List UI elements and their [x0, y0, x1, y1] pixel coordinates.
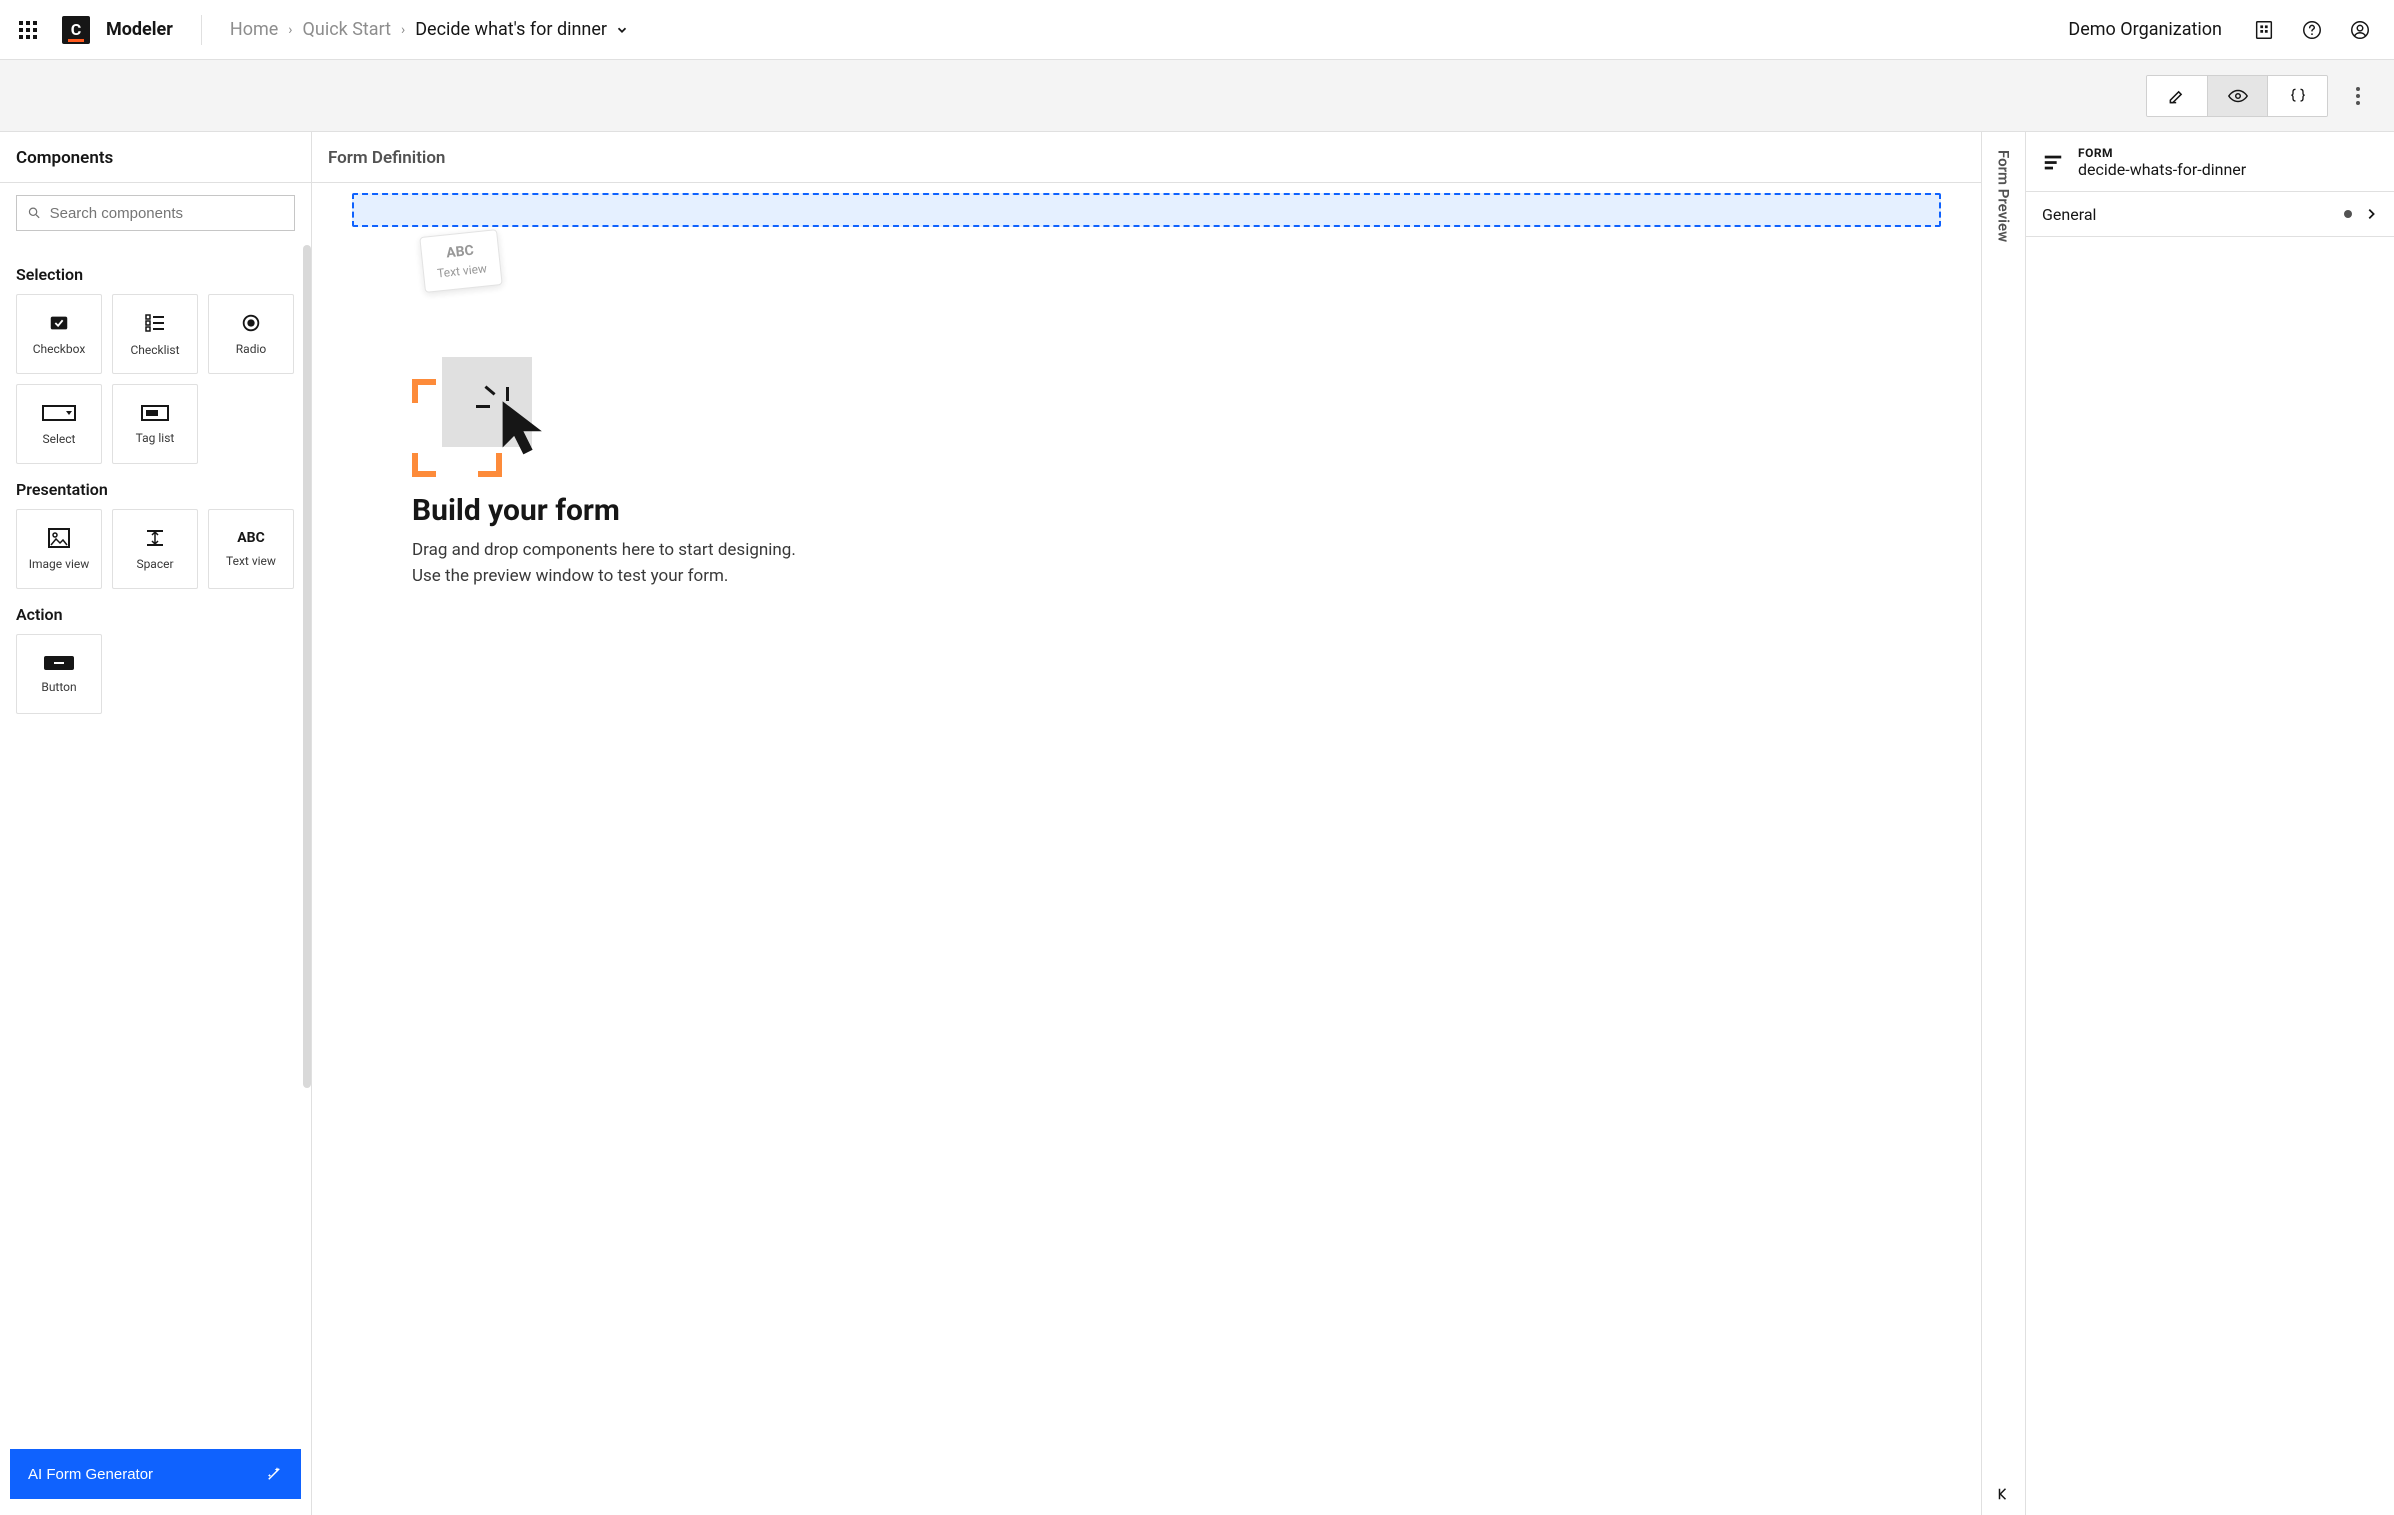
form-preview-label: Form Preview — [1995, 150, 2013, 242]
form-canvas[interactable]: ABC Text view Build your form Drag and d… — [312, 183, 1981, 1515]
tile-label: Select — [43, 432, 76, 446]
element-type-label: FORM — [2078, 146, 2246, 160]
kebab-icon — [2356, 87, 2360, 105]
component-textview[interactable]: ABC Text view — [208, 509, 294, 589]
chevron-right-icon: › — [288, 22, 292, 38]
ghost-label: Text view — [436, 261, 487, 280]
taglist-icon — [141, 403, 169, 423]
accordion-section-general[interactable]: General — [2026, 192, 2394, 236]
component-taglist[interactable]: Tag list — [112, 384, 198, 464]
search-components-input[interactable] — [16, 195, 295, 231]
tile-label: Image view — [29, 557, 90, 571]
abc-icon: ABC — [237, 530, 265, 546]
component-imageview[interactable]: Image view — [16, 509, 102, 589]
properties-header: FORM decide-whats-for-dinner — [2026, 132, 2394, 191]
user-avatar-icon[interactable] — [2342, 12, 2378, 48]
accordion-label: General — [2042, 205, 2096, 224]
form-definition-title: Form Definition — [312, 132, 1981, 183]
tile-label: Checkbox — [33, 342, 86, 356]
app-name: Modeler — [106, 19, 173, 40]
top-bar: Modeler Home › Quick Start › Decide what… — [0, 0, 2394, 60]
form-definition-panel: Form Definition ABC Text view Buil — [312, 132, 1982, 1515]
tile-label: Button — [41, 680, 76, 694]
properties-panel: FORM decide-whats-for-dinner General — [2026, 132, 2394, 1515]
radio-icon — [240, 312, 262, 334]
breadcrumb-quick-start[interactable]: Quick Start — [303, 19, 392, 40]
dropzone-indicator[interactable] — [352, 193, 1941, 227]
app-logo-icon — [62, 16, 90, 44]
tile-label: Spacer — [136, 557, 173, 571]
edited-indicator-icon — [2344, 210, 2352, 218]
form-icon — [2042, 152, 2064, 174]
tile-label: Text view — [226, 554, 276, 568]
group-title-action: Action — [16, 605, 295, 624]
braces-icon — [2288, 86, 2308, 106]
breadcrumb: Home › Quick Start › Decide what's for d… — [230, 19, 629, 40]
empty-state-line-1: Drag and drop components here to start d… — [412, 538, 1941, 564]
ai-form-generator-button[interactable]: AI Form Generator — [10, 1449, 301, 1499]
component-checklist[interactable]: Checklist — [112, 294, 198, 374]
chevron-down-icon — [615, 23, 629, 37]
spacer-icon — [143, 527, 167, 549]
breadcrumb-current-label: Decide what's for dinner — [415, 19, 607, 40]
component-select[interactable]: Select — [16, 384, 102, 464]
form-preview-tab[interactable]: Form Preview — [1982, 132, 2026, 1515]
select-icon — [42, 402, 76, 424]
group-title-presentation: Presentation — [16, 480, 295, 499]
breadcrumb-home[interactable]: Home — [230, 19, 278, 40]
expand-preview-icon[interactable] — [1995, 1485, 2013, 1503]
breadcrumb-current[interactable]: Decide what's for dinner — [415, 19, 629, 40]
preview-mode-button[interactable] — [2207, 76, 2267, 116]
drag-ghost-textview: ABC Text view — [419, 229, 502, 293]
code-mode-button[interactable] — [2267, 76, 2327, 116]
main-layout: Components Selection Checkbox — [0, 132, 2394, 1515]
properties-accordion: General — [2026, 191, 2394, 237]
button-icon — [42, 654, 76, 672]
magic-wand-icon — [265, 1465, 283, 1483]
tile-label: Checklist — [130, 343, 179, 357]
ghost-abc-icon: ABC — [446, 243, 475, 262]
components-panel: Components Selection Checkbox — [0, 132, 312, 1515]
form-id-label: decide-whats-for-dinner — [2078, 160, 2246, 179]
mode-bar — [0, 60, 2394, 132]
organization-name[interactable]: Demo Organization — [2068, 19, 2222, 40]
org-switcher-icon[interactable] — [2246, 12, 2282, 48]
tile-label: Radio — [236, 342, 266, 356]
checkbox-icon — [48, 312, 70, 334]
help-icon[interactable] — [2294, 12, 2330, 48]
group-title-selection: Selection — [16, 265, 295, 284]
empty-state: Build your form Drag and drop components… — [412, 357, 1941, 589]
eye-icon — [2227, 85, 2249, 107]
component-button[interactable]: Button — [16, 634, 102, 714]
empty-state-line-2: Use the preview window to test your form… — [412, 564, 1941, 590]
empty-state-title: Build your form — [412, 493, 1941, 528]
search-icon — [27, 205, 42, 221]
components-panel-title: Components — [0, 132, 311, 183]
tile-label: Tag list — [136, 431, 175, 445]
chevron-right-icon: › — [401, 22, 405, 38]
scrollbar-thumb[interactable] — [303, 245, 311, 1088]
chevron-right-icon — [2364, 207, 2378, 221]
components-list[interactable]: Selection Checkbox Checklist Radio — [0, 237, 311, 1441]
component-spacer[interactable]: Spacer — [112, 509, 198, 589]
checklist-icon — [143, 311, 167, 335]
component-radio[interactable]: Radio — [208, 294, 294, 374]
ai-button-label: AI Form Generator — [28, 1466, 153, 1483]
search-components-field[interactable] — [50, 205, 284, 222]
mode-switch-group — [2146, 75, 2328, 117]
empty-state-illustration — [412, 357, 572, 477]
more-actions-button[interactable] — [2340, 76, 2376, 116]
component-checkbox[interactable]: Checkbox — [16, 294, 102, 374]
edit-mode-button[interactable] — [2147, 76, 2207, 116]
apps-grid-icon[interactable] — [16, 18, 40, 42]
pencil-icon — [2167, 86, 2187, 106]
divider — [201, 15, 202, 45]
image-icon — [47, 527, 71, 549]
cursor-icon — [500, 399, 556, 459]
